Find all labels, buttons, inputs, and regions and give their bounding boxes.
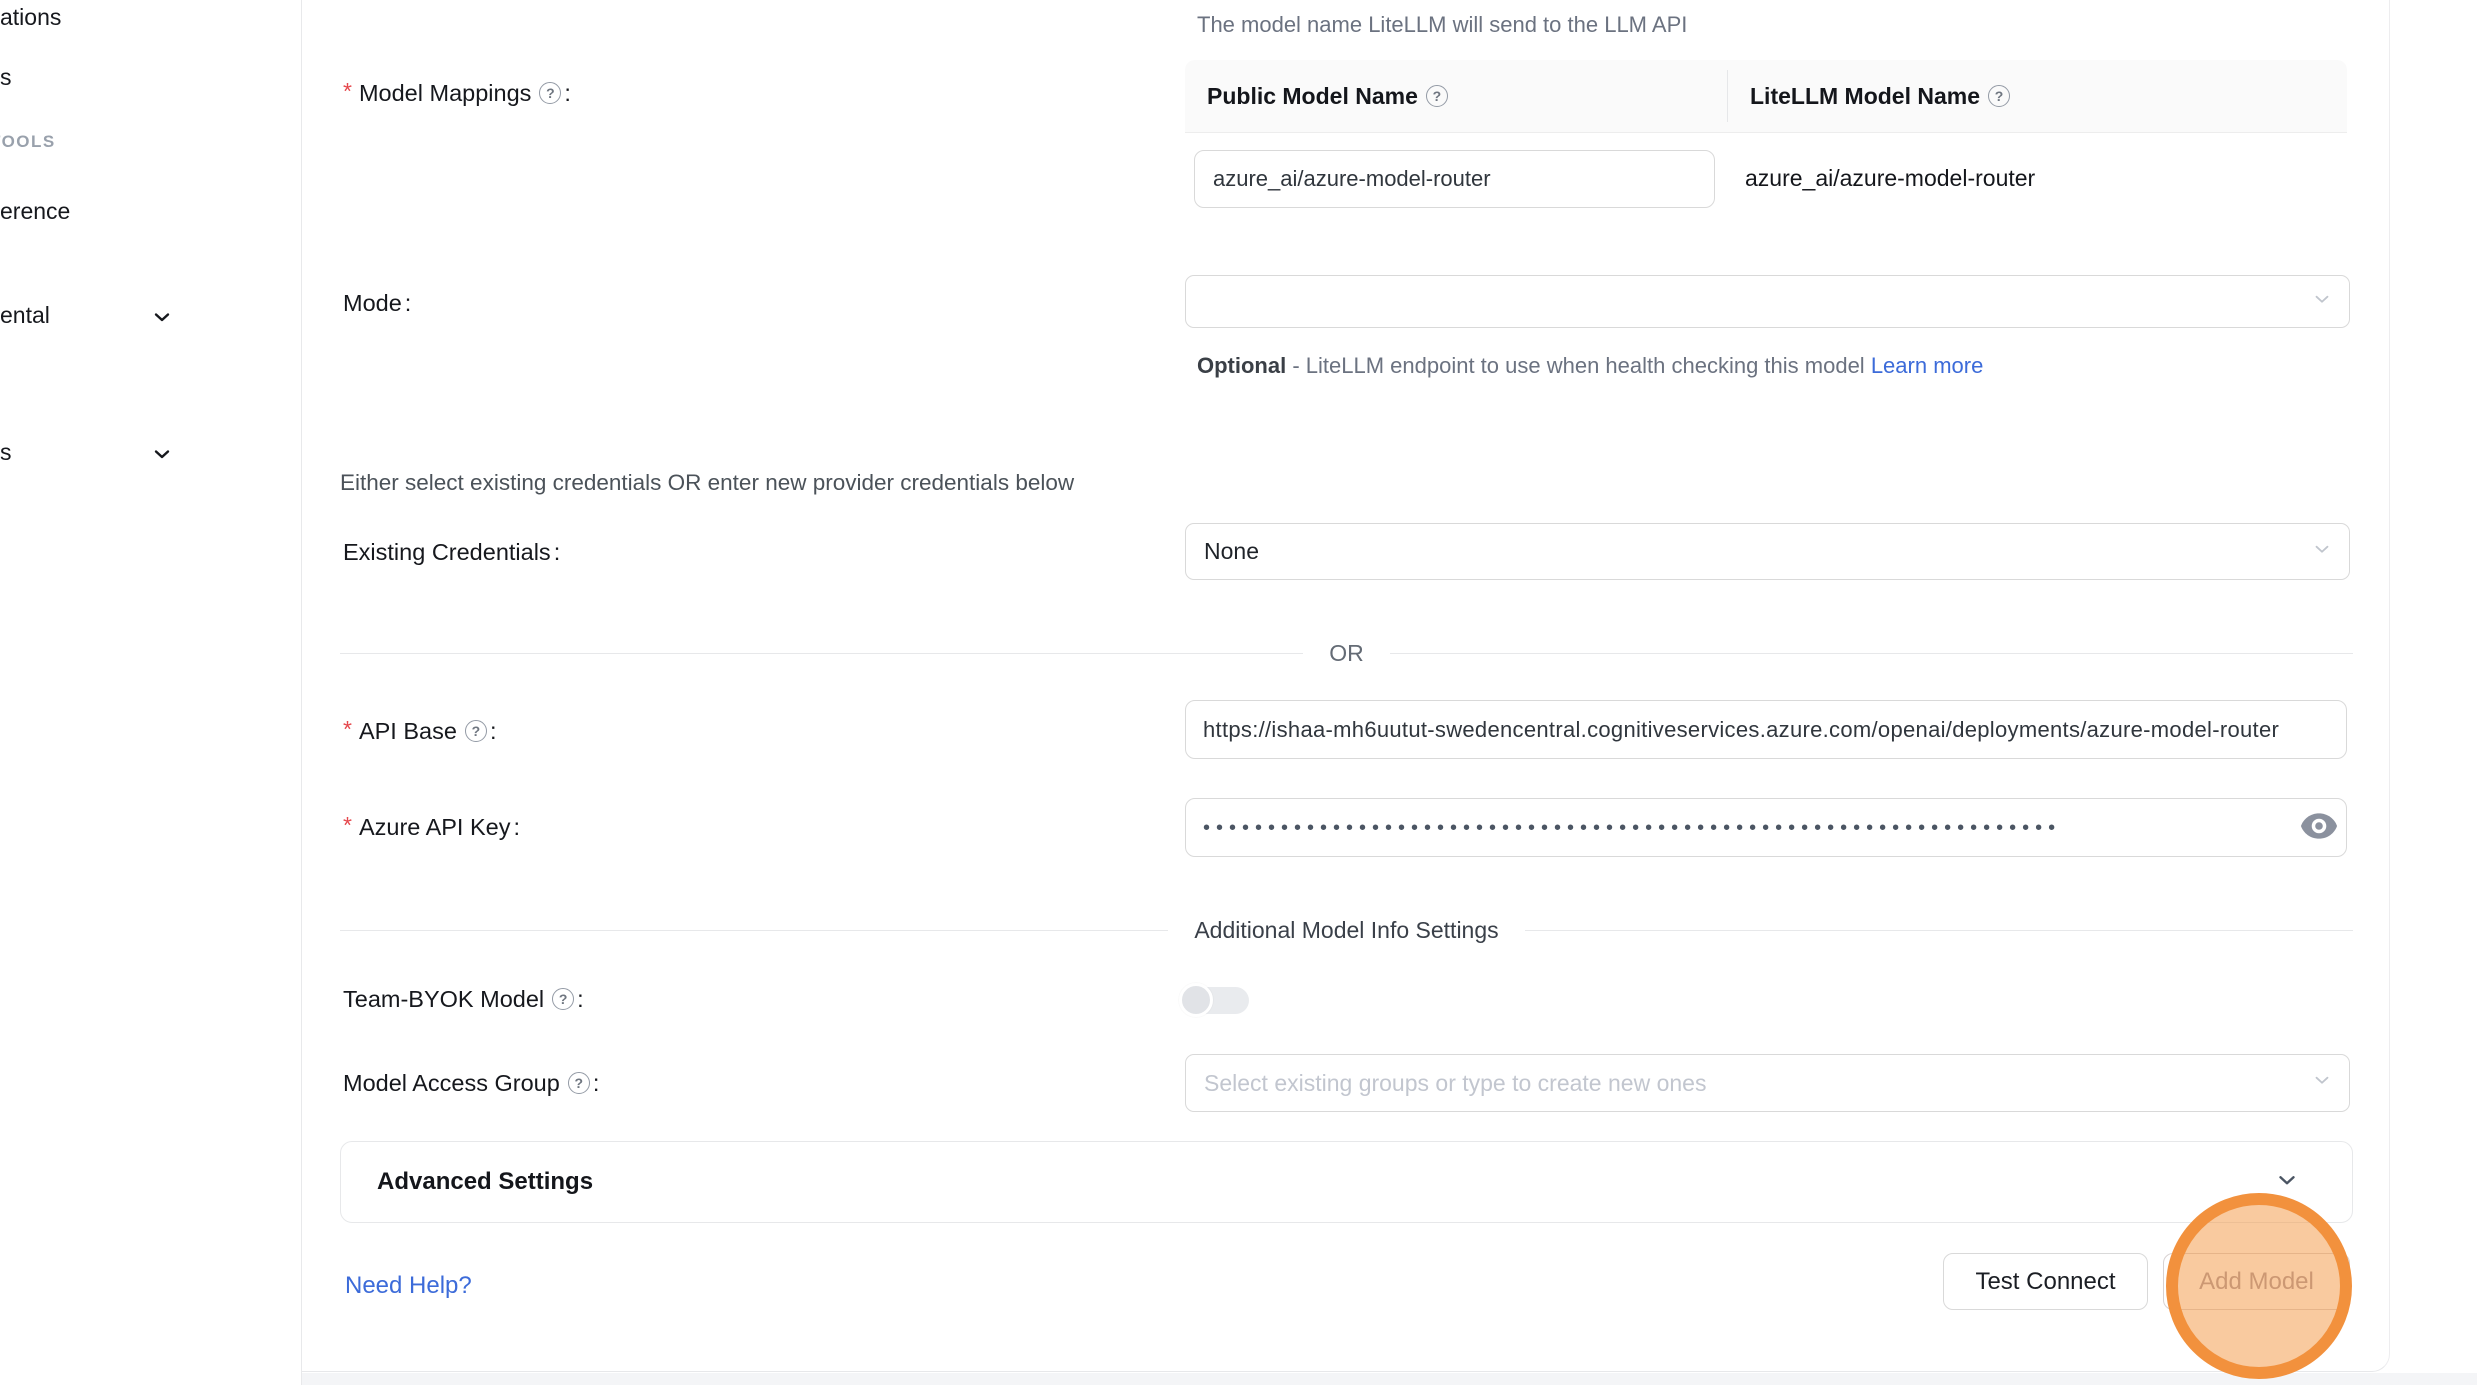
sidebar-item-label: ental bbox=[0, 302, 50, 328]
need-help-link[interactable]: Need Help? bbox=[345, 1272, 472, 1300]
sidebar-section-tools: TOOLS bbox=[0, 131, 56, 153]
existing-credentials-select[interactable]: None bbox=[1185, 523, 2350, 580]
azure-api-key-input[interactable]: ••••••••••••••••••••••••••••••••••••••••… bbox=[1185, 798, 2347, 857]
team-byok-label: Team-BYOK Model ? : bbox=[343, 984, 584, 1014]
additional-settings-divider: Additional Model Info Settings bbox=[340, 915, 2353, 945]
mode-label: Mode : bbox=[343, 288, 411, 318]
public-model-name-input[interactable] bbox=[1194, 150, 1715, 208]
help-icon[interactable]: ? bbox=[568, 1072, 590, 1094]
model-access-group-placeholder: Select existing groups or type to create… bbox=[1204, 1070, 1706, 1097]
eye-icon bbox=[2300, 811, 2338, 844]
label-text: Model Access Group bbox=[343, 1068, 560, 1098]
credentials-note: Either select existing credentials OR en… bbox=[340, 468, 1074, 498]
model-access-group-select[interactable]: Select existing groups or type to create… bbox=[1185, 1054, 2350, 1112]
sidebar-item-settings[interactable]: s bbox=[0, 437, 12, 467]
sidebar-item-label: s bbox=[0, 439, 12, 465]
toggle-key-visibility-button[interactable] bbox=[2297, 808, 2341, 846]
sidebar-item-label: s bbox=[0, 64, 12, 90]
existing-credentials-value: None bbox=[1204, 538, 1259, 565]
label-text: API Base bbox=[359, 716, 457, 746]
advanced-settings-label: Advanced Settings bbox=[377, 1168, 2274, 1196]
label-text: Mode bbox=[343, 288, 402, 318]
existing-credentials-label: Existing Credentials : bbox=[343, 537, 560, 567]
toggle-knob bbox=[1179, 983, 1213, 1017]
mode-select[interactable] bbox=[1185, 275, 2350, 328]
litellm-model-name-value: azure_ai/azure-model-router bbox=[1745, 165, 2035, 192]
model-access-group-label: Model Access Group ? : bbox=[343, 1068, 599, 1098]
label-text: Team-BYOK Model bbox=[343, 984, 544, 1014]
help-icon[interactable]: ? bbox=[552, 988, 574, 1010]
required-asterisk: * bbox=[343, 714, 352, 744]
page-background-strip bbox=[302, 1373, 2477, 1385]
or-divider: OR bbox=[340, 638, 2353, 668]
chevron-down-icon bbox=[2311, 288, 2333, 316]
sidebar-item[interactable]: s bbox=[0, 62, 12, 92]
chevron-down-icon bbox=[2311, 1069, 2333, 1097]
label-text: Existing Credentials bbox=[343, 537, 551, 567]
model-mappings-label: * Model Mappings ? : bbox=[343, 78, 571, 108]
sidebar-item-label: erence bbox=[0, 198, 70, 224]
required-asterisk: * bbox=[343, 810, 352, 840]
add-model-button[interactable]: Add Model bbox=[2163, 1253, 2350, 1310]
api-base-label: * API Base ? : bbox=[343, 716, 496, 746]
help-icon[interactable]: ? bbox=[539, 82, 561, 104]
column-header-public-model-name: Public Model Name ? bbox=[1185, 83, 1727, 110]
api-base-input[interactable] bbox=[1185, 700, 2347, 759]
mode-help-text: Optional - LiteLLM endpoint to use when … bbox=[1197, 346, 2002, 386]
add-model-page: ations s TOOLS erence ental s The model … bbox=[0, 0, 2477, 1385]
team-byok-toggle[interactable] bbox=[1179, 983, 1251, 1017]
sidebar-item-label: ations bbox=[0, 4, 61, 30]
sidebar: ations s TOOLS erence ental s bbox=[0, 0, 302, 1385]
label-text: Model Mappings bbox=[359, 78, 531, 108]
required-asterisk: * bbox=[343, 76, 352, 106]
sidebar-item-experimental[interactable]: ental bbox=[0, 300, 50, 330]
test-connect-button[interactable]: Test Connect bbox=[1943, 1253, 2148, 1310]
label-text: Azure API Key bbox=[359, 812, 511, 842]
help-icon[interactable]: ? bbox=[1988, 85, 2010, 107]
learn-more-link[interactable]: Learn more bbox=[1871, 353, 1984, 378]
column-header-litellm-model-name: LiteLLM Model Name ? bbox=[1728, 83, 2010, 110]
sidebar-item-inference[interactable]: erence bbox=[0, 196, 70, 226]
sidebar-item-integrations[interactable]: ations bbox=[0, 2, 61, 32]
help-icon[interactable]: ? bbox=[465, 720, 487, 742]
chevron-down-icon bbox=[150, 442, 174, 471]
help-icon[interactable]: ? bbox=[1426, 85, 1448, 107]
model-mappings-table-header: Public Model Name ? LiteLLM Model Name ? bbox=[1185, 60, 2347, 133]
azure-api-key-label: * Azure API Key : bbox=[343, 812, 520, 842]
chevron-down-icon bbox=[2274, 1167, 2300, 1198]
model-name-hint: The model name LiteLLM will send to the … bbox=[1197, 10, 1687, 40]
chevron-down-icon bbox=[150, 305, 174, 334]
chevron-down-icon bbox=[2311, 538, 2333, 566]
advanced-settings-panel[interactable]: Advanced Settings bbox=[340, 1141, 2353, 1223]
